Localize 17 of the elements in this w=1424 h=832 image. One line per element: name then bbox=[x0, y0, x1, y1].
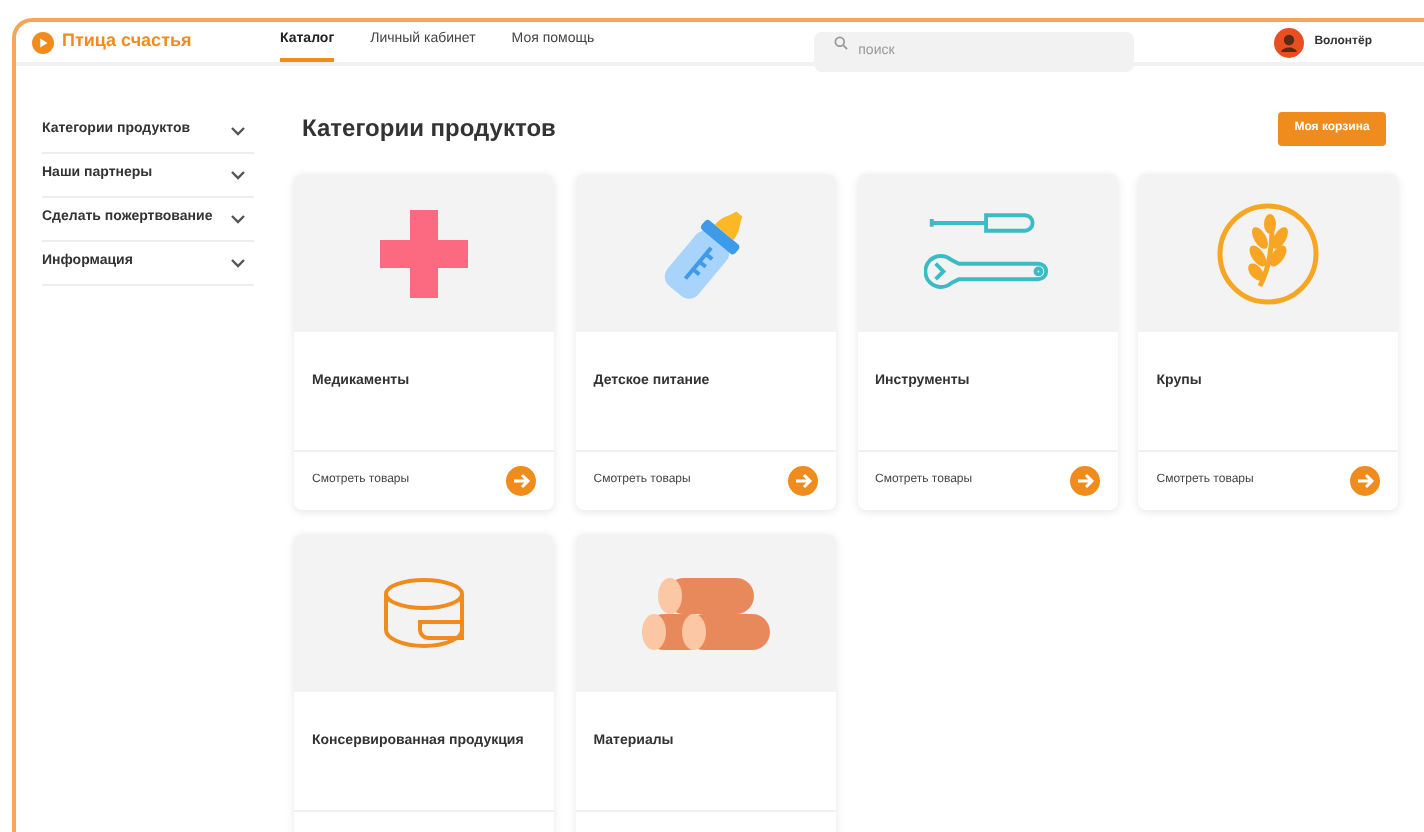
arrow-right-icon[interactable] bbox=[787, 466, 818, 496]
arrow-right-icon[interactable] bbox=[1350, 466, 1381, 496]
logo-text: Птица счастья bbox=[62, 28, 192, 55]
cross-icon bbox=[376, 205, 472, 301]
logs-icon bbox=[637, 573, 774, 653]
page-title: Категории продуктов bbox=[302, 112, 556, 146]
play-logo-icon bbox=[32, 31, 54, 53]
search-icon bbox=[834, 35, 849, 49]
arrow-right-icon[interactable] bbox=[506, 466, 536, 496]
avatar[interactable] bbox=[1274, 27, 1305, 57]
chevron-icon bbox=[230, 126, 246, 136]
arrow-right-icon[interactable] bbox=[1069, 466, 1099, 496]
chevron-icon bbox=[230, 214, 246, 224]
chevron-icon bbox=[230, 170, 246, 180]
chevron-icon bbox=[230, 258, 246, 268]
wheat-icon bbox=[1216, 201, 1321, 305]
tin-can-icon bbox=[380, 573, 468, 653]
